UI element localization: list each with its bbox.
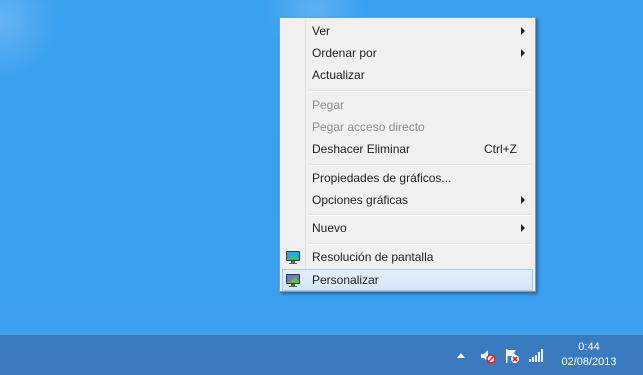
menu-item-pegar-acceso-directo[interactable]: Pegar acceso directo — [282, 116, 533, 138]
clock-date: 02/08/2013 — [561, 356, 617, 368]
submenu-arrow-icon — [521, 224, 525, 232]
action-center-flag-icon[interactable] — [503, 347, 521, 365]
menu-item-label: Deshacer Eliminar — [312, 142, 411, 156]
menu-item-shortcut: Ctrl+Z — [484, 142, 517, 156]
menu-item-label: Resolución de pantalla — [312, 250, 434, 264]
menu-item-label: Nuevo — [312, 221, 347, 235]
menu-item-resolucion-pantalla[interactable]: Resolución de pantalla — [282, 246, 533, 268]
clock-time: 0:44 — [578, 341, 600, 353]
menu-item-pegar[interactable]: Pegar — [282, 94, 533, 116]
menu-separator — [309, 90, 531, 92]
menu-item-personalizar[interactable]: Personalizar — [282, 269, 533, 291]
menu-item-opciones-graficas[interactable]: Opciones gráficas — [282, 189, 533, 211]
menu-item-label: Pegar — [312, 98, 345, 112]
desktop-context-menu: Ver Ordenar por Actualizar Pegar Pegar a… — [279, 17, 536, 292]
monitor-icon — [286, 251, 300, 264]
menu-item-actualizar[interactable]: Actualizar — [282, 64, 533, 86]
submenu-arrow-icon — [521, 27, 525, 35]
monitor-personalize-icon — [286, 274, 300, 287]
menu-item-label: Propiedades de gráficos... — [312, 171, 452, 185]
show-hidden-icons-arrow-icon[interactable] — [457, 353, 465, 358]
network-signal-icon[interactable] — [527, 347, 545, 365]
menu-item-label: Actualizar — [312, 68, 365, 82]
menu-separator — [309, 214, 531, 216]
menu-item-nuevo[interactable]: Nuevo — [282, 217, 533, 239]
menu-item-propiedades-graficos[interactable]: Propiedades de gráficos... — [282, 167, 533, 189]
taskbar: 0:44 02/08/2013 — [0, 334, 643, 375]
menu-item-label: Pegar acceso directo — [312, 120, 425, 134]
submenu-arrow-icon — [521, 49, 525, 57]
menu-item-label: Ordenar por — [312, 46, 377, 60]
taskbar-clock[interactable]: 0:44 02/08/2013 — [548, 340, 630, 370]
menu-item-label: Personalizar — [312, 273, 379, 287]
menu-separator — [309, 243, 531, 245]
menu-separator — [309, 164, 531, 166]
menu-item-label: Opciones gráficas — [312, 193, 409, 207]
menu-item-ver[interactable]: Ver — [282, 20, 533, 42]
volume-muted-icon[interactable] — [479, 347, 497, 365]
submenu-arrow-icon — [521, 196, 525, 204]
wallpaper-glow — [0, 0, 60, 80]
menu-item-deshacer-eliminar[interactable]: Deshacer Eliminar Ctrl+Z — [282, 138, 533, 160]
menu-item-label: Ver — [312, 24, 331, 38]
menu-item-ordenar-por[interactable]: Ordenar por — [282, 42, 533, 64]
